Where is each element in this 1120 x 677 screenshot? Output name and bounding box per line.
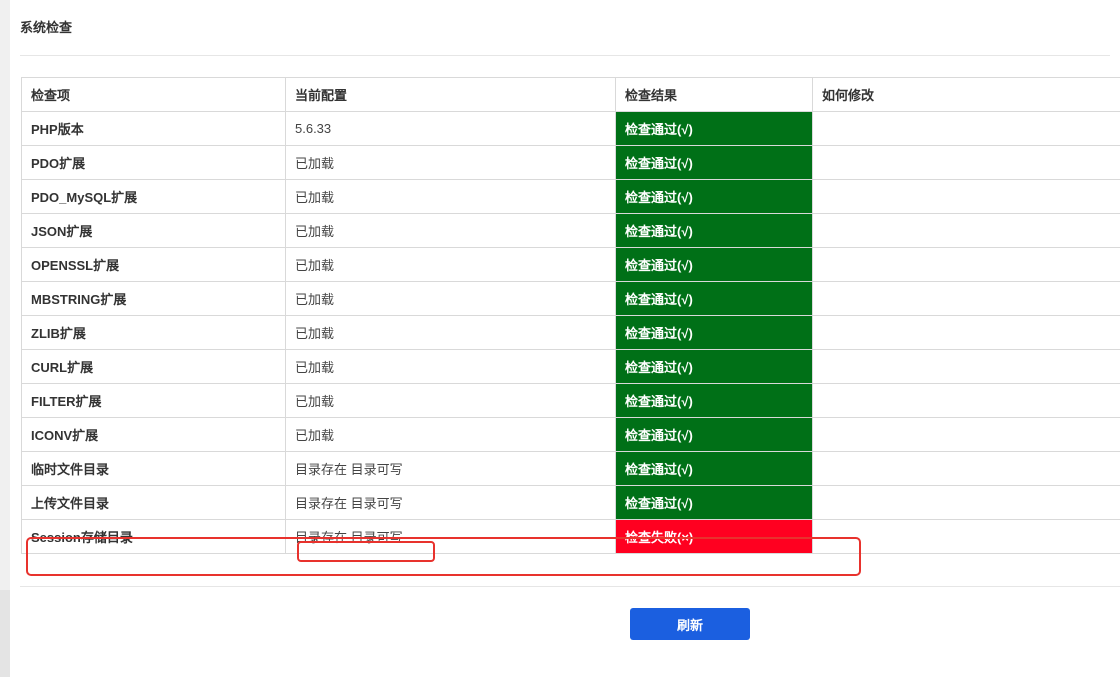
check-item-cell: PDO_MySQL扩展 [21,179,286,214]
how-to-fix-cell [812,485,1120,520]
current-config-cell: 已加载 [285,281,616,316]
check-result-cell: 检查通过(√) [615,145,813,180]
check-result-cell: 检查通过(√) [615,179,813,214]
current-config-cell: 已加载 [285,349,616,384]
check-item-cell: ICONV扩展 [21,417,286,452]
table-row: CURL扩展 已加载 检查通过(√) [21,349,1120,384]
table-row: JSON扩展 已加载 检查通过(√) [21,213,1120,248]
header-current-config: 当前配置 [285,77,616,112]
table-header-row: 检查项 当前配置 检查结果 如何修改 [21,77,1120,112]
check-result-cell: 检查通过(√) [615,451,813,486]
how-to-fix-cell [812,179,1120,214]
check-result-cell: 检查通过(√) [615,417,813,452]
header-how-to-fix: 如何修改 [812,77,1120,112]
table-row: OPENSSL扩展 已加载 检查通过(√) [21,247,1120,282]
how-to-fix-cell [812,315,1120,350]
check-result-cell: 检查通过(√) [615,281,813,316]
check-item-cell: FILTER扩展 [21,383,286,418]
check-table: 检查项 当前配置 检查结果 如何修改 PHP版本 5.6.33 检查通过(√) PDO… [21,77,1120,554]
check-item-cell: ZLIB扩展 [21,315,286,350]
check-item-cell: JSON扩展 [21,213,286,248]
current-config-cell: 已加载 [285,383,616,418]
current-config-cell: 目录存在 目录可写 [285,485,616,520]
how-to-fix-cell [812,417,1120,452]
current-config-cell: 已加载 [285,247,616,282]
check-item-cell: CURL扩展 [21,349,286,384]
page-title: 系统检查 [20,20,73,35]
title-divider [20,55,1110,56]
check-result-cell: 检查通过(√) [615,111,813,146]
check-result-cell: 检查通过(√) [615,349,813,384]
header-check-result: 检查结果 [615,77,813,112]
refresh-button[interactable]: 刷新 [630,608,750,640]
check-item-cell: OPENSSL扩展 [21,247,286,282]
table-row: 临时文件目录 目录存在 目录可写 检查通过(√) [21,451,1120,486]
check-result-cell: 检查通过(√) [615,247,813,282]
table-row: PHP版本 5.6.33 检查通过(√) [21,111,1120,146]
current-config-cell: 5.6.33 [285,111,616,146]
header-check-item: 检查项 [21,77,286,112]
table-row: MBSTRING扩展 已加载 检查通过(√) [21,281,1120,316]
check-result-cell: 检查通过(√) [615,213,813,248]
table-row: FILTER扩展 已加载 检查通过(√) [21,383,1120,418]
footer-divider [20,586,1120,587]
current-config-cell: 已加载 [285,417,616,452]
how-to-fix-cell [812,247,1120,282]
how-to-fix-cell [812,451,1120,486]
current-config-cell: 目录存在 目录可写 [285,451,616,486]
how-to-fix-cell [812,111,1120,146]
table-row: ICONV扩展 已加载 检查通过(√) [21,417,1120,452]
check-item-cell: 临时文件目录 [21,451,286,486]
check-result-cell: 检查通过(√) [615,485,813,520]
check-item-cell: PHP版本 [21,111,286,146]
how-to-fix-cell [812,213,1120,248]
table-row: PDO_MySQL扩展 已加载 检查通过(√) [21,179,1120,214]
how-to-fix-cell [812,383,1120,418]
check-result-cell: 检查通过(√) [615,383,813,418]
how-to-fix-cell [812,145,1120,180]
check-item-cell: PDO扩展 [21,145,286,180]
table-row: PDO扩展 已加载 检查通过(√) [21,145,1120,180]
check-result-cell: 检查通过(√) [615,315,813,350]
background-strip [0,590,10,677]
table-row: 上传文件目录 目录存在 目录可写 检查通过(√) [21,485,1120,520]
table-row: ZLIB扩展 已加载 检查通过(√) [21,315,1120,350]
current-config-cell: 已加载 [285,315,616,350]
highlight-box-session-config [297,541,435,562]
how-to-fix-cell [812,281,1120,316]
how-to-fix-cell [812,349,1120,384]
check-item-cell: 上传文件目录 [21,485,286,520]
highlight-box-session-row [26,537,861,576]
current-config-cell: 已加载 [285,179,616,214]
current-config-cell: 已加载 [285,213,616,248]
current-config-cell: 已加载 [285,145,616,180]
check-item-cell: MBSTRING扩展 [21,281,286,316]
